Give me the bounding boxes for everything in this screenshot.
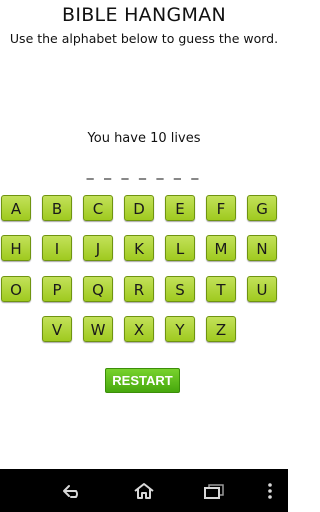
key-e[interactable]: E: [165, 195, 195, 221]
key-u[interactable]: U: [247, 276, 277, 302]
key-d[interactable]: D: [124, 195, 154, 221]
key-q[interactable]: Q: [83, 276, 113, 302]
key-f[interactable]: F: [206, 195, 236, 221]
menu-button[interactable]: [240, 469, 300, 512]
key-n[interactable]: N: [247, 235, 277, 261]
key-j[interactable]: J: [83, 235, 113, 261]
system-navigation-bar: [0, 469, 288, 512]
key-h[interactable]: H: [1, 235, 31, 261]
key-l[interactable]: L: [165, 235, 195, 261]
menu-icon: [268, 482, 272, 499]
key-i[interactable]: I: [42, 235, 72, 261]
key-a[interactable]: A: [1, 195, 31, 221]
key-r[interactable]: R: [124, 276, 154, 302]
key-y[interactable]: Y: [165, 316, 195, 342]
key-k[interactable]: K: [124, 235, 154, 261]
key-s[interactable]: S: [165, 276, 195, 302]
key-x[interactable]: X: [124, 316, 154, 342]
key-o[interactable]: O: [1, 276, 31, 302]
recent-apps-icon: [204, 483, 224, 499]
letter-keyboard: A B C D E F G H I J K L M N O P Q R S T …: [0, 0, 288, 512]
back-icon: [63, 484, 78, 498]
home-button[interactable]: [114, 469, 174, 512]
restart-button[interactable]: RESTART: [105, 368, 180, 393]
key-c[interactable]: C: [83, 195, 113, 221]
key-b[interactable]: B: [42, 195, 72, 221]
key-t[interactable]: T: [206, 276, 236, 302]
key-z[interactable]: Z: [206, 316, 236, 342]
key-v[interactable]: V: [42, 316, 72, 342]
recent-apps-button[interactable]: [184, 469, 244, 512]
home-icon: [134, 482, 154, 499]
key-m[interactable]: M: [206, 235, 236, 261]
key-w[interactable]: W: [83, 316, 113, 342]
key-g[interactable]: G: [247, 195, 277, 221]
key-p[interactable]: P: [42, 276, 72, 302]
back-button[interactable]: [42, 469, 102, 512]
